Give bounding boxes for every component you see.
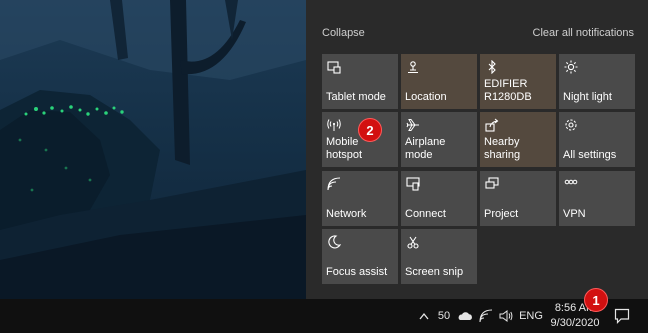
tile-focus-assist[interactable]: Focus assist — [322, 229, 398, 284]
tile-network[interactable]: Network — [322, 171, 398, 226]
tile-airplane-mode[interactable]: Airplane mode — [401, 112, 477, 167]
project-icon — [485, 177, 499, 189]
action-center-button[interactable] — [610, 299, 634, 333]
action-center-panel: Collapse Clear all notifications Tablet … — [306, 0, 648, 299]
desktop-wallpaper — [0, 0, 306, 299]
clock-date: 9/30/2020 — [550, 317, 600, 329]
tile-location[interactable]: Location — [401, 54, 477, 109]
tile-night-light[interactable]: Night light — [559, 54, 635, 109]
notification-icon — [614, 308, 630, 324]
connect-icon — [406, 177, 420, 191]
wifi-icon — [479, 309, 493, 323]
tile-screen-snip[interactable]: Screen snip — [401, 229, 477, 284]
speaker-icon — [499, 310, 513, 322]
onedrive-icon[interactable] — [455, 299, 475, 333]
input-language-indicator[interactable]: ENG — [518, 299, 544, 333]
tile-label: Network — [326, 208, 367, 220]
tile-all-settings[interactable]: All settings — [559, 112, 635, 167]
cloud-icon — [458, 312, 472, 320]
collapse-link[interactable]: Collapse — [322, 27, 365, 39]
tile-label: All settings — [563, 149, 617, 161]
tile-label: EDIFIER R1280DB — [484, 78, 532, 103]
annotation-badge-1: 1 — [584, 288, 608, 312]
night-light-icon — [564, 60, 578, 74]
focus-assist-icon — [328, 235, 341, 249]
gear-icon — [565, 119, 577, 131]
bluetooth-icon — [488, 60, 496, 74]
tile-tablet-mode[interactable]: Tablet mode — [322, 54, 398, 109]
annotation-badge-2: 2 — [358, 118, 382, 142]
tile-label: VPN — [563, 208, 586, 220]
volume-tray-icon[interactable] — [497, 299, 515, 333]
tile-connect[interactable]: Connect — [401, 171, 477, 226]
network-icon — [327, 177, 341, 191]
tile-label: Nearby sharing — [484, 136, 521, 161]
tile-label: Night light — [563, 91, 612, 103]
tile-nearby-sharing[interactable]: Nearby sharing — [480, 112, 556, 167]
tablet-mode-icon — [327, 61, 341, 74]
tile-bluetooth[interactable]: EDIFIER R1280DB — [480, 54, 556, 109]
tile-label: Location — [405, 91, 447, 103]
tile-label: Connect — [405, 208, 446, 220]
wifi-tray-icon[interactable] — [478, 299, 494, 333]
tile-vpn[interactable]: VPN — [559, 171, 635, 226]
battery-indicator[interactable]: 50 — [436, 299, 452, 333]
tile-mobile-hotspot[interactable]: Mobile hotspot — [322, 112, 398, 167]
tile-label: Screen snip — [405, 266, 464, 278]
tile-label: Mobile hotspot — [326, 136, 363, 161]
vpn-icon — [564, 179, 578, 185]
tile-label: Focus assist — [326, 266, 388, 278]
location-icon — [408, 61, 418, 74]
tile-label: Project — [484, 208, 519, 220]
screen-snip-icon — [407, 236, 419, 249]
clear-all-notifications-link[interactable]: Clear all notifications — [533, 27, 635, 39]
chevron-up-icon — [419, 312, 429, 320]
nearby-sharing-icon — [485, 118, 499, 132]
tile-label: Tablet mode — [326, 91, 386, 103]
taskbar: 50 ENG 8:56 AM 9/30/2020 1 — [0, 288, 648, 333]
tile-project[interactable]: Project — [480, 171, 556, 226]
airplane-icon — [406, 119, 419, 131]
tile-label: Airplane mode — [405, 136, 446, 161]
show-hidden-icons-chevron[interactable] — [416, 299, 432, 333]
mobile-hotspot-icon — [327, 119, 341, 131]
